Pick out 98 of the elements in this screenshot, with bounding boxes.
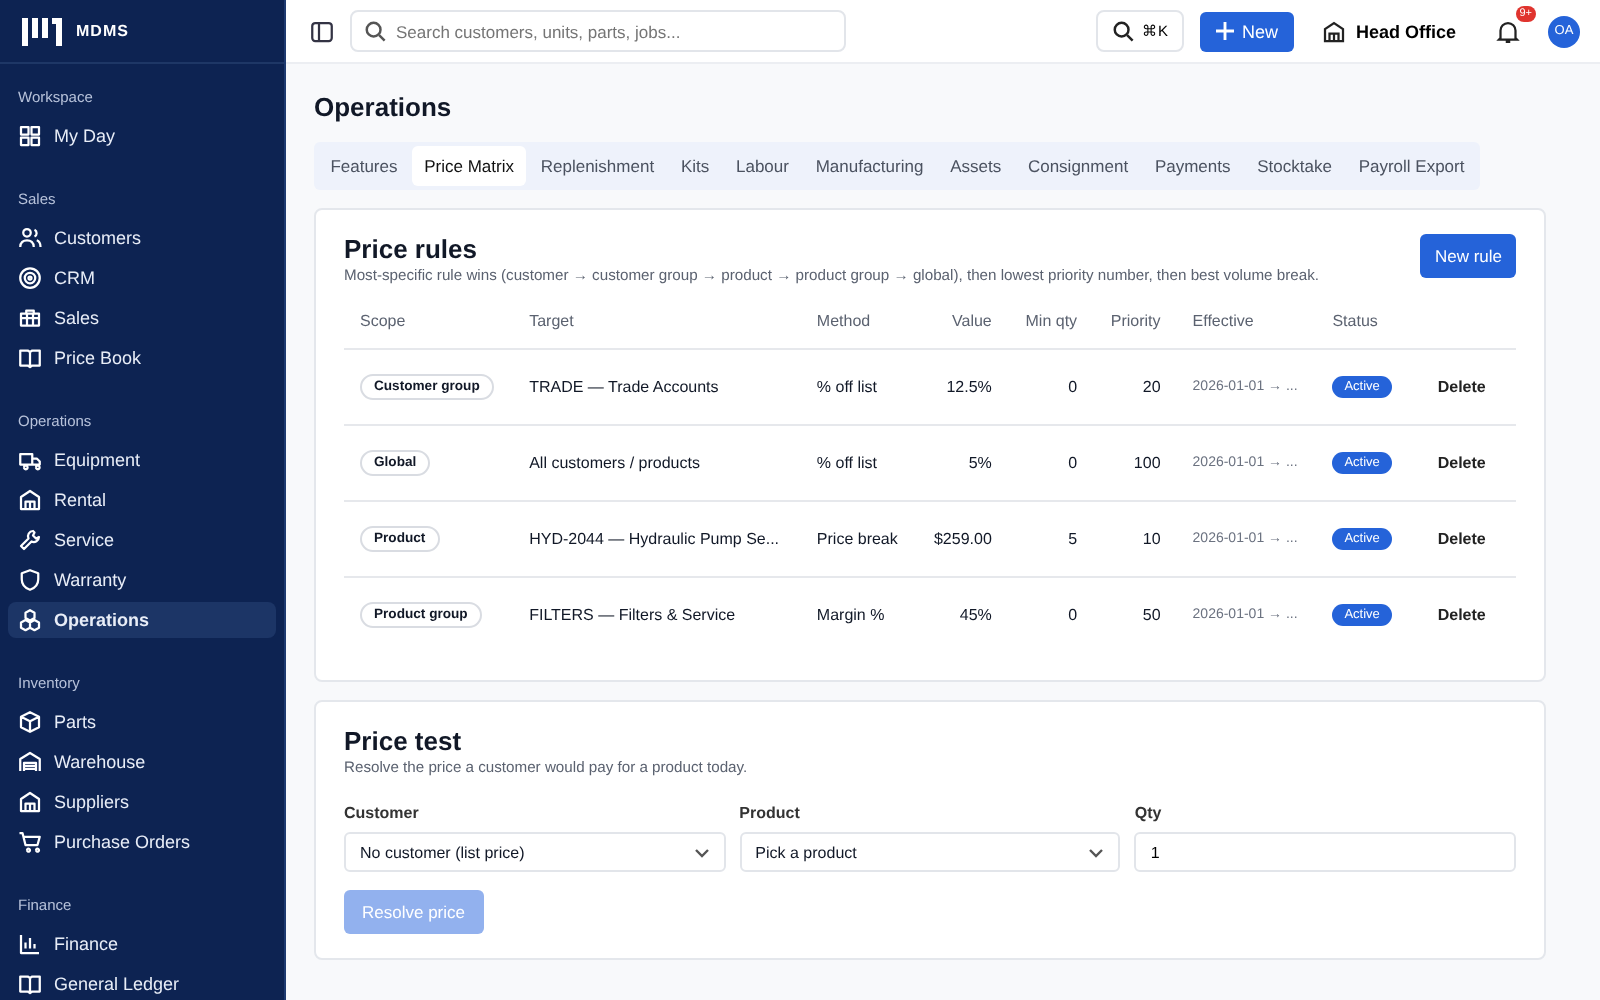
cart-icon — [18, 830, 42, 854]
delete-button[interactable]: Delete — [1425, 376, 1498, 398]
tab[interactable]: Price Matrix — [411, 146, 527, 186]
nav-item[interactable]: General Ledger — [8, 966, 276, 1000]
logo-text: MDMS — [76, 22, 129, 40]
field-label: Qty — [1134, 804, 1164, 822]
delete-button[interactable]: Delete — [1425, 452, 1498, 474]
nav-item[interactable]: Customers — [8, 220, 276, 256]
tab[interactable]: Kits — [668, 146, 722, 186]
nav-item[interactable]: Warranty — [8, 562, 276, 598]
book-icon — [18, 346, 42, 370]
field-label: Product — [739, 804, 802, 822]
building-icon — [18, 488, 42, 512]
field-label: Customer — [344, 804, 421, 822]
table-cell: 45% — [959, 606, 992, 624]
tab[interactable]: Features — [318, 146, 410, 186]
nav-item[interactable]: Equipment — [8, 442, 276, 478]
truck-icon — [18, 448, 42, 472]
new-rule-button[interactable]: New rule — [1420, 234, 1516, 278]
tab[interactable]: Consignment — [1015, 146, 1141, 186]
page-title: Operations — [314, 92, 454, 122]
product-dropdown[interactable]: Pick a product — [739, 832, 1121, 872]
qty-field[interactable]: 1 — [1134, 832, 1517, 872]
tab[interactable]: Replenishment — [528, 146, 667, 186]
nav-item[interactable]: Purchase Orders — [8, 824, 276, 860]
table-cell: % off list — [816, 454, 878, 472]
logo-icon — [20, 15, 64, 47]
sidebar-toggle-icon[interactable] — [310, 19, 334, 43]
column-header: Value — [952, 312, 992, 330]
cubes-icon — [18, 608, 42, 632]
nav-item[interactable]: CRM — [8, 260, 276, 296]
table-cell: 0 — [1068, 378, 1078, 396]
table-cell: 5 — [1068, 530, 1078, 548]
column-header: Status — [1332, 312, 1378, 330]
nav-item[interactable]: Price Book — [8, 340, 276, 376]
customer-dropdown[interactable]: No customer (list price) — [344, 832, 726, 872]
warehouse-icon — [18, 750, 42, 774]
delete-button[interactable]: Delete — [1425, 528, 1498, 550]
nav-item[interactable]: Service — [8, 522, 276, 558]
table-cell: % off list — [816, 378, 878, 396]
tab[interactable]: Manufacturing — [803, 146, 936, 186]
search-icon — [364, 20, 386, 42]
column-header: Scope — [360, 312, 406, 330]
people-icon — [18, 226, 42, 250]
tab[interactable]: Labour — [723, 146, 802, 186]
table-cell: 10 — [1142, 530, 1161, 548]
table-cell: 100 — [1133, 454, 1161, 472]
column-header: Min qty — [1025, 312, 1078, 330]
building-icon — [1321, 19, 1346, 43]
chevron-down-icon — [693, 847, 710, 857]
column-header: Effective — [1192, 312, 1254, 330]
tab[interactable]: Assets — [937, 146, 1014, 186]
briefcase-icon — [18, 306, 42, 330]
delete-button[interactable]: Delete — [1425, 604, 1498, 626]
table-cell: Margin % — [816, 606, 885, 624]
nav-item[interactable]: Warehouse — [8, 744, 276, 780]
wrench-icon — [18, 528, 42, 552]
table-cell: 0 — [1068, 606, 1078, 624]
building-icon — [18, 790, 42, 814]
table-cell: 0 — [1068, 454, 1078, 472]
tab[interactable]: Stocktake — [1244, 146, 1345, 186]
nav-item[interactable]: Rental — [8, 482, 276, 518]
table-cell: $259.00 — [933, 530, 992, 548]
column-header: Target — [529, 312, 574, 330]
nav-item[interactable]: Parts — [8, 704, 276, 740]
table-cell: 5% — [968, 454, 992, 472]
nav-item[interactable]: Finance — [8, 926, 276, 962]
tab[interactable]: Payroll Export — [1346, 146, 1477, 186]
table-cell: 20 — [1142, 378, 1161, 396]
new-button[interactable]: New — [1199, 11, 1294, 51]
package-icon — [18, 710, 42, 734]
shield-icon — [18, 568, 42, 592]
table-cell: 50 — [1142, 606, 1161, 624]
table-cell: Price break — [816, 530, 898, 548]
table-cell: 12.5% — [946, 378, 992, 396]
nav-item[interactable]: Sales — [8, 300, 276, 336]
table-cell: HYD-2044 — Hydraulic Pump Se... — [529, 530, 780, 548]
plus-icon — [1215, 22, 1234, 40]
tab[interactable]: Payments — [1142, 146, 1243, 186]
table-cell: FILTERS — Filters & Service — [529, 606, 736, 624]
search-field[interactable]: Search customers, units, parts, jobs... — [350, 10, 846, 52]
branch-selector[interactable]: Head Office — [1309, 19, 1468, 43]
table-cell: All customers / products — [529, 454, 700, 472]
nav-item[interactable]: My Day — [8, 118, 276, 154]
book-icon — [18, 972, 42, 996]
table-cell: TRADE — Trade Accounts — [529, 378, 719, 396]
target-icon — [18, 266, 42, 290]
grid-icon — [18, 124, 42, 148]
column-header: Priority — [1110, 312, 1161, 330]
chevron-down-icon — [1088, 847, 1105, 857]
bar-chart-icon — [18, 932, 42, 956]
nav-item[interactable]: Operations — [8, 602, 276, 638]
card-title: Price test — [344, 726, 464, 756]
nav-item[interactable]: Suppliers — [8, 784, 276, 820]
column-header: Method — [816, 312, 871, 330]
bell-icon[interactable] — [1496, 19, 1520, 43]
search-icon — [1111, 20, 1134, 42]
card-title: Price rules — [344, 234, 479, 264]
